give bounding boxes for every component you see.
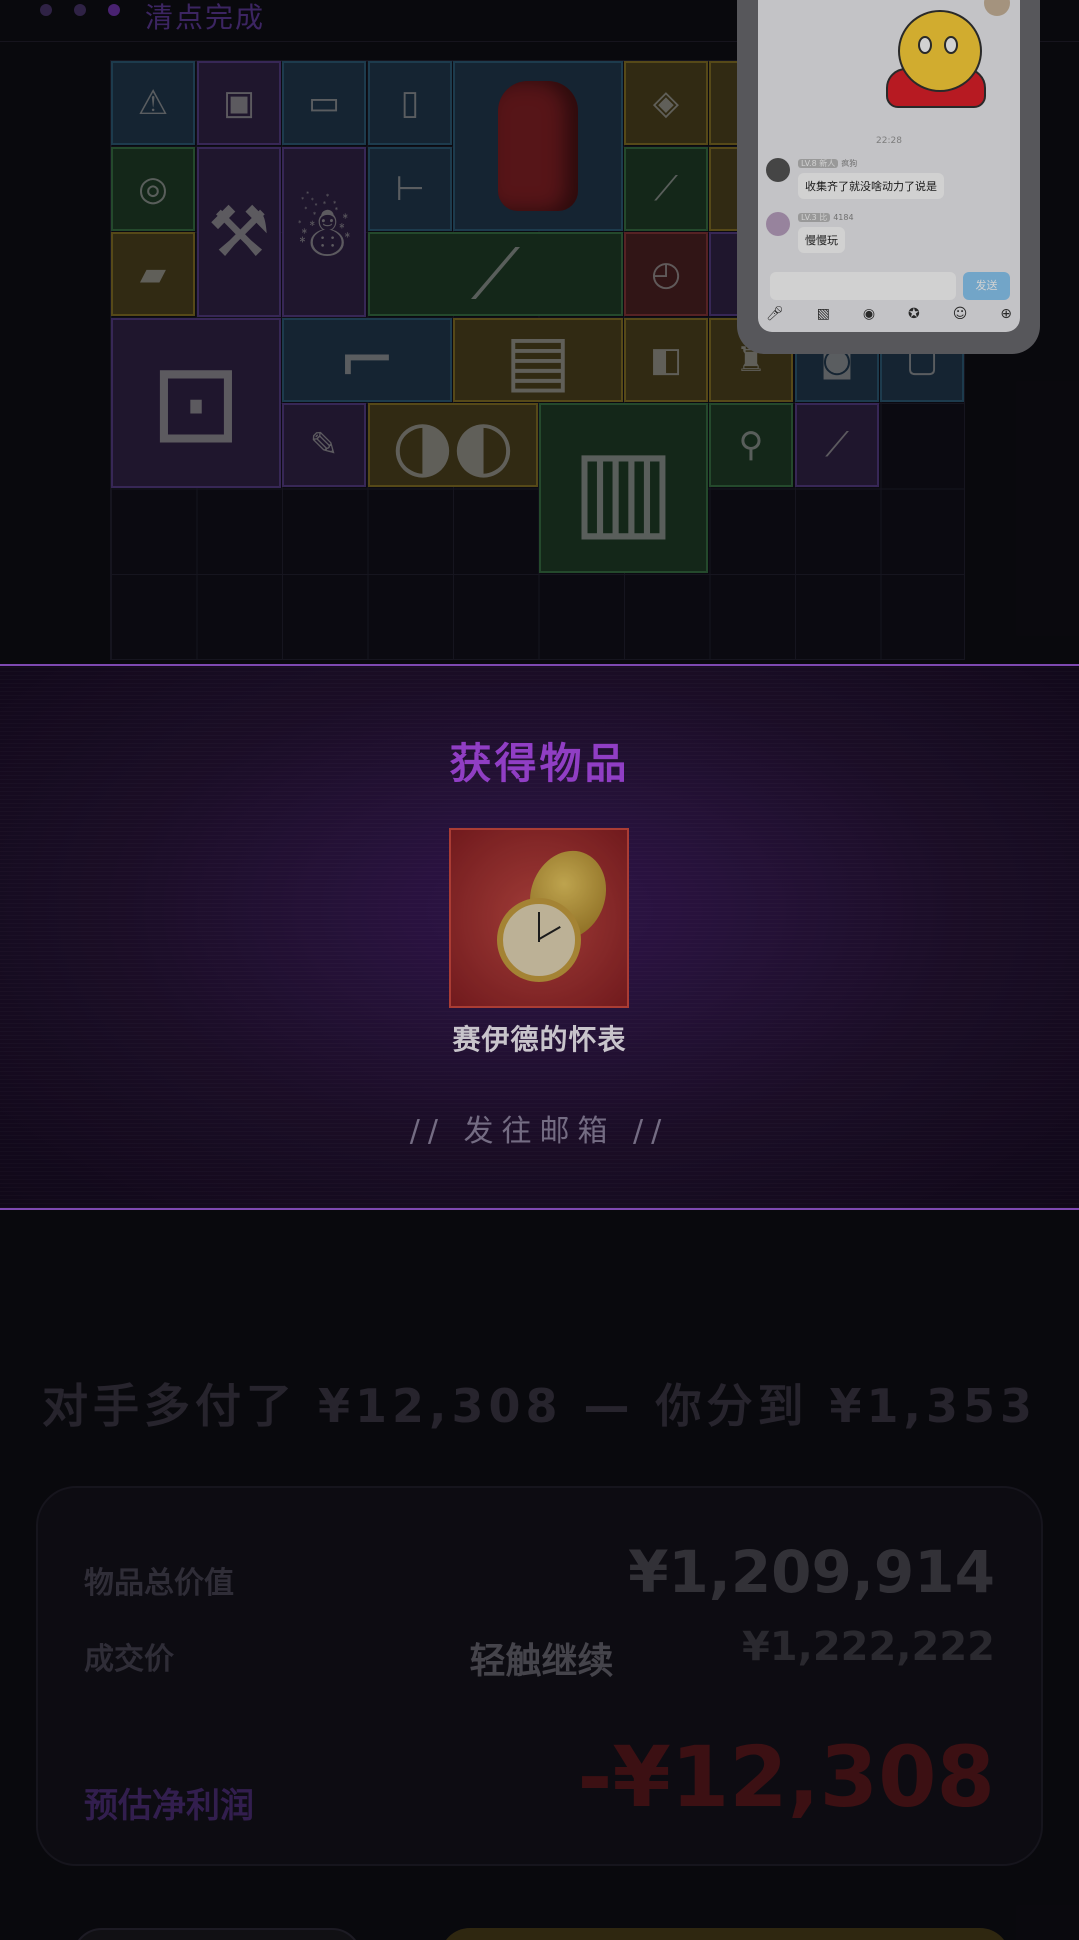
item-magazine[interactable]: ▥ <box>539 403 708 573</box>
gas-tank-icon <box>498 81 578 211</box>
clip-icon: ◧ <box>649 340 683 380</box>
sticker-eye <box>944 36 958 54</box>
reward-item-card[interactable] <box>449 828 629 1008</box>
item-pocket-watch[interactable]: ◴ <box>624 232 708 316</box>
cable-icon: ◎ <box>138 169 168 209</box>
item-vest[interactable]: ▣ <box>197 61 281 145</box>
remote-icon: ▭ <box>307 83 341 123</box>
item-pipe[interactable]: ⌐ <box>282 318 452 402</box>
chat-input[interactable] <box>770 272 956 300</box>
secondary-button[interactable] <box>72 1928 362 1940</box>
avatar[interactable] <box>766 158 790 182</box>
emoji-icon[interactable]: ☺ <box>953 306 968 322</box>
item-power-bank[interactable]: ▰ <box>111 232 195 316</box>
item-remote[interactable]: ▭ <box>282 61 366 145</box>
user-name: 疯狗 <box>841 159 858 168</box>
user-level-tag: LV.8 新人 <box>798 159 839 168</box>
item-saw[interactable]: ⟋ <box>368 232 623 316</box>
item-cube[interactable]: ◈ <box>624 61 708 145</box>
pipe-icon: ⌐ <box>337 319 397 401</box>
profit-card[interactable]: 物品总价值 ¥1,209,914 成交价 轻触继续 ¥1,222,222 预估净… <box>36 1486 1043 1866</box>
avatar <box>984 0 1010 16</box>
send-button[interactable]: 发送 <box>963 272 1010 300</box>
user-name: 4184 <box>833 213 854 222</box>
magazine-icon: ▥ <box>571 424 676 552</box>
item-wrench[interactable]: ⚒ <box>197 147 281 317</box>
item-centrifuge[interactable]: ⊡ <box>111 318 281 488</box>
reward-item-name: 赛伊德的怀表 <box>452 1023 627 1056</box>
item-gingerbread[interactable]: ☃ <box>282 147 366 317</box>
item-sunglasses[interactable]: ◑◐ <box>368 403 538 487</box>
net-profit-value: -¥12,308 <box>577 1728 995 1826</box>
deal-summary-headline: 对手多付了 ¥12,308 — 你分到 ¥1,353 <box>41 1379 1038 1433</box>
screen: { "header": { "title": "清点完成" }, "chat":… <box>0 0 1079 1940</box>
total-value: ¥1,209,914 <box>628 1538 995 1606</box>
plus-icon[interactable]: ⊕ <box>1000 306 1012 322</box>
mp3-player-icon: ▯ <box>400 83 420 123</box>
item-warning-sign[interactable]: ⚠ <box>111 61 195 145</box>
gingerbread-icon: ☃ <box>292 191 356 273</box>
primary-button[interactable] <box>440 1928 1010 1940</box>
reward-title: 获得物品 <box>449 739 630 788</box>
item-pen[interactable]: ✎ <box>282 403 366 487</box>
net-profit-label: 预估净利润 <box>84 1786 254 1826</box>
cube-icon: ◈ <box>652 83 680 123</box>
item-photo[interactable]: ▤ <box>453 318 623 402</box>
deal-price-value: ¥1,222,222 <box>741 1624 995 1670</box>
pen-icon: ✎ <box>309 425 339 465</box>
warning-sign-icon: ⚠ <box>137 83 169 123</box>
message-bubble: 收集齐了就没啥动力了说是 <box>798 173 944 199</box>
item-mp3-player[interactable]: ▯ <box>368 61 452 145</box>
chat-window[interactable]: 22:28 LV.8 新人 疯狗 收集齐了就没啥动力了说是 LV.3 比 4184 … <box>758 0 1020 332</box>
mic-icon[interactable]: 🎤︎ <box>766 306 784 322</box>
item-adjustable-wrench[interactable]: ⚲ <box>709 403 793 487</box>
item-cable[interactable]: ◎ <box>111 147 195 231</box>
user-level-tag: LV.3 比 <box>798 213 831 222</box>
centrifuge-icon: ⊡ <box>149 339 243 467</box>
pocket-watch-icon: ◴ <box>651 254 681 294</box>
power-bank-icon: ▰ <box>139 254 167 294</box>
progress-dot <box>40 4 52 16</box>
reward-panel: 获得物品 赛伊德的怀表 // 发往邮箱 // <box>0 664 1079 1210</box>
send-to-mailbox-link[interactable]: // 发往邮箱 // <box>0 1106 1079 1150</box>
total-value-label: 物品总价值 <box>84 1566 234 1601</box>
caliper-icon: ⊢ <box>395 169 425 209</box>
sunglasses-icon: ◑◐ <box>391 404 515 486</box>
avatar[interactable] <box>766 212 790 236</box>
sticker-eye <box>918 36 932 54</box>
image-icon[interactable]: ▧ <box>817 306 830 322</box>
adjustable-wrench-icon: ⚲ <box>738 425 764 465</box>
camera-icon[interactable]: ◉ <box>863 306 875 322</box>
photo-icon: ▤ <box>504 319 572 401</box>
progress-dots <box>40 4 120 16</box>
item-caliper[interactable]: ⊢ <box>368 147 452 231</box>
saw-icon: ⟋ <box>471 232 520 315</box>
flashlight-icon: ⟋ <box>825 425 849 465</box>
chat-timestamp: 22:28 <box>876 136 902 146</box>
pocket-watch-icon <box>491 840 619 990</box>
chat-message: LV.3 比 4184 慢慢玩 <box>766 212 854 253</box>
item-gas-tank[interactable] <box>453 61 623 231</box>
chat-message: LV.8 新人 疯狗 收集齐了就没啥动力了说是 <box>766 158 944 199</box>
item-clip[interactable]: ◧ <box>624 318 708 402</box>
tester-icon: ⟋ <box>654 169 678 209</box>
page-title: 清点完成 <box>145 1 266 34</box>
chat-toolbar: 🎤︎ ▧ ◉ ✪ ☺ ⊕ <box>766 306 1012 322</box>
chick-sticker <box>898 10 982 92</box>
vest-icon: ▣ <box>222 83 256 123</box>
wrench-icon: ⚒ <box>207 191 271 273</box>
item-flashlight[interactable]: ⟋ <box>795 403 879 487</box>
sticker-icon[interactable]: ✪ <box>908 306 920 322</box>
progress-dot <box>74 4 86 16</box>
message-bubble: 慢慢玩 <box>798 227 845 253</box>
item-tester[interactable]: ⟋ <box>624 147 708 231</box>
progress-dot-active <box>108 4 120 16</box>
